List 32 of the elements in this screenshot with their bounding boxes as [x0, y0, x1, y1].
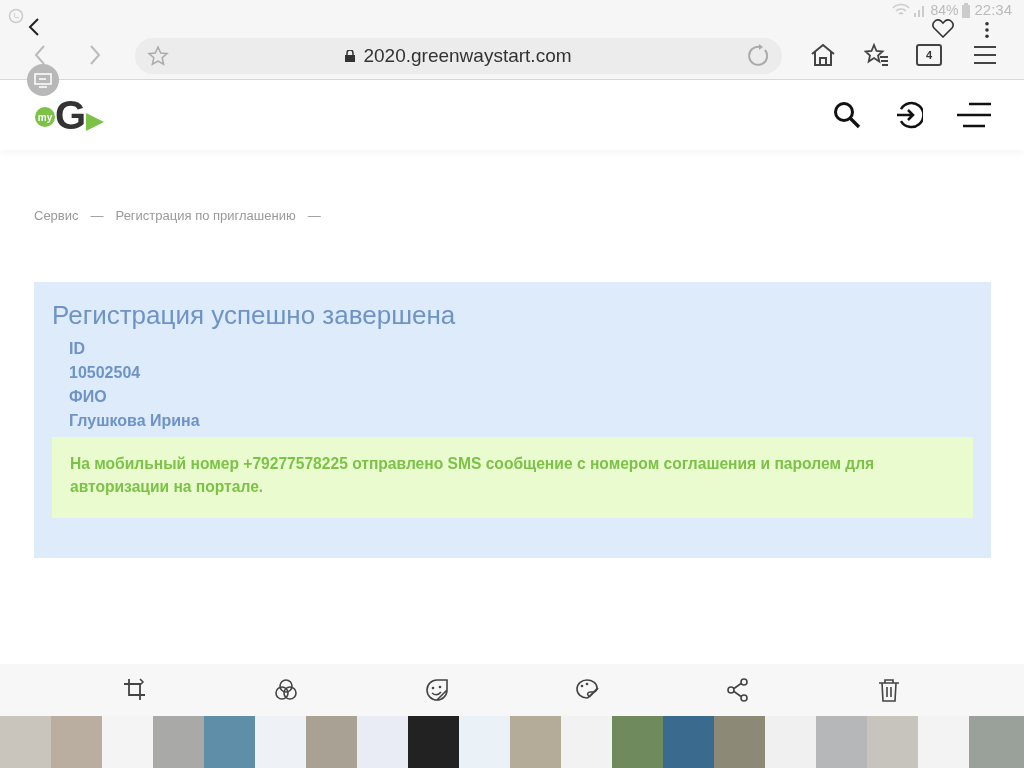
tabs-button[interactable]: 4 [916, 44, 942, 66]
breadcrumb-separator: — [307, 207, 321, 225]
field-value: Глушкова Ирина [69, 410, 200, 431]
menu-icon[interactable] [957, 102, 991, 128]
filter-icon[interactable] [274, 678, 298, 702]
address-bar[interactable]: 2020.greenwaystart.com [135, 38, 782, 74]
share-icon[interactable] [725, 678, 750, 702]
back-icon[interactable] [28, 18, 40, 36]
field-label: ФИО [69, 386, 107, 407]
url-text: 2020.greenwaystart.com [363, 43, 572, 68]
sms-notice: На мобильный номер +79277578225 отправлено SMS сообщение с номером соглашения и паролем для авторизации на портале. [52, 436, 973, 518]
home-icon[interactable] [810, 43, 836, 67]
wifi-icon [892, 3, 911, 17]
heart-icon[interactable] [931, 17, 955, 38]
palette-icon[interactable] [575, 678, 600, 702]
sticker-icon[interactable] [424, 678, 449, 702]
field-label: ID [69, 338, 85, 359]
login-icon[interactable] [895, 101, 923, 129]
battery-level: 84% [930, 2, 959, 18]
more-icon[interactable] [984, 21, 990, 39]
breadcrumb-separator: — [90, 207, 104, 225]
delete-icon[interactable] [876, 678, 901, 702]
signal-icon [914, 3, 927, 17]
success-title: Регистрация успешно завершена [52, 299, 457, 331]
menu-icon[interactable] [974, 46, 996, 64]
lock-icon [345, 50, 356, 62]
field-value: 10502504 [69, 362, 141, 383]
star-icon[interactable] [147, 45, 169, 67]
crop-icon[interactable] [123, 678, 148, 702]
search-icon[interactable] [833, 101, 861, 129]
clock: 22:34 [974, 2, 1012, 18]
bookmarks-icon[interactable] [864, 43, 890, 67]
